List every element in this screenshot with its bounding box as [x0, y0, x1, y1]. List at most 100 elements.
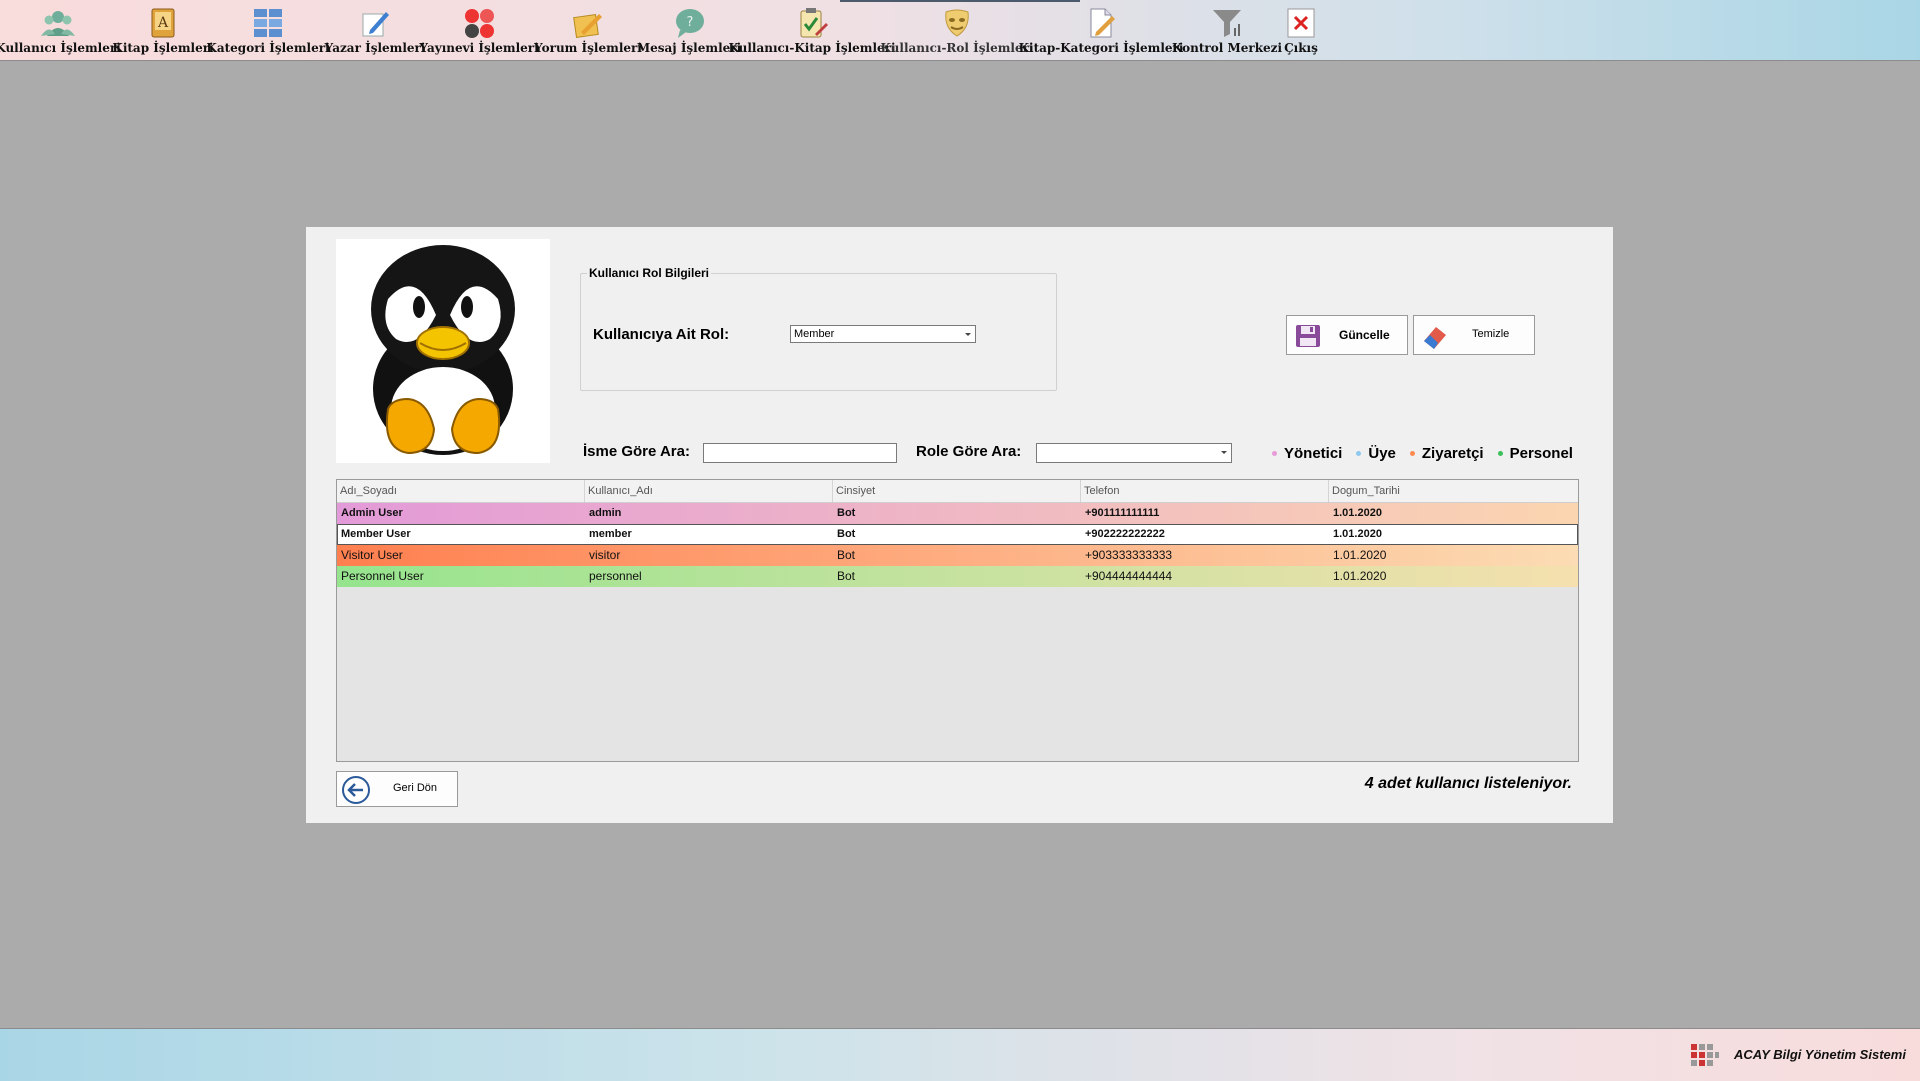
cell-username: admin	[589, 507, 622, 519]
legend-label: Yönetici	[1284, 445, 1343, 462]
toolbar-item-book-categories[interactable]: Kitap-Kategori İşlemleri	[1019, 0, 1183, 58]
toolbar-label: Kullanıcı İşlemleri	[0, 41, 121, 55]
cell-phone: +902222222222	[1085, 528, 1165, 540]
legend-label: Ziyaretçi	[1421, 445, 1484, 462]
users-icon	[41, 11, 75, 36]
footer-bar: ACAY Bilgi Yönetim Sistemi	[0, 1028, 1920, 1081]
role-select[interactable]: Member	[790, 325, 976, 343]
table-row[interactable]: Visitor User visitor Bot +903333333333 1…	[337, 545, 1578, 566]
cell-birthdate: 1.01.2020	[1333, 528, 1382, 540]
group-title: Kullanıcı Rol Bilgileri	[587, 266, 712, 280]
publisher-dots-icon	[465, 9, 494, 38]
cell-birthdate: 1.01.2020	[1333, 548, 1387, 562]
message-bubble-icon: ?	[676, 9, 704, 38]
clear-button-label: Temizle	[1472, 328, 1510, 340]
toolbar-label: Kitap-Kategori İşlemleri	[1018, 41, 1184, 55]
toolbar-label: Yorum İşlemleri	[534, 41, 642, 55]
update-button-label: Güncelle	[1339, 328, 1390, 342]
user-count-status: 4 adet kullanıcı listeleniyor.	[1364, 775, 1572, 792]
user-avatar	[336, 239, 550, 463]
toolbar-item-authors[interactable]: Yazar İşlemleri	[325, 0, 425, 58]
role-color-legend: Yönetici Üye Ziyaretçi Personel	[1272, 445, 1573, 462]
cell-name: Member User	[341, 528, 411, 540]
filter-chart-icon	[1213, 10, 1241, 37]
back-button-label: Geri Dön	[393, 782, 438, 794]
table-row[interactable]: Personnel User personnel Bot +9044444444…	[337, 566, 1578, 587]
role-select-value: Member	[794, 328, 835, 340]
cell-gender: Bot	[837, 528, 856, 540]
dropdown-arrow-icon	[965, 333, 971, 336]
app-title: ACAY Bilgi Yönetim Sistemi	[1734, 1047, 1906, 1062]
toolbar-label: Mesaj İşlemleri	[636, 41, 742, 55]
cell-name: Visitor User	[341, 548, 403, 562]
toolbar-item-user-books[interactable]: Kullanıcı-Kitap İşlemleri	[728, 0, 896, 58]
toolbar-item-publishers[interactable]: Yayınevi İşlemleri	[419, 0, 539, 58]
legend-dot	[1497, 451, 1503, 456]
legend-dot	[1356, 451, 1362, 456]
cell-birthdate: 1.01.2020	[1333, 507, 1382, 519]
users-grid[interactable]: Adı_Soyadı Kullanıcı_Adı Cinsiyet Telefo…	[336, 479, 1579, 762]
toolbar-item-exit[interactable]: Çıkış	[1283, 0, 1319, 58]
column-header-birthdate[interactable]: Dogum_Tarihi	[1329, 480, 1578, 502]
grid-header: Adı_Soyadı Kullanıcı_Adı Cinsiyet Telefo…	[337, 480, 1578, 503]
toolbar-label: Kategori İşlemleri	[206, 41, 330, 55]
cell-name: Admin User	[341, 507, 403, 519]
exit-close-icon	[1287, 8, 1315, 38]
toolbar-item-categories[interactable]: Kategori İşlemleri	[206, 0, 330, 58]
toolbar-label: Kitap İşlemleri	[112, 41, 214, 55]
name-search-input[interactable]	[703, 443, 897, 463]
toolbar-label: Yayınevi İşlemleri	[419, 41, 539, 55]
legend-label: Üye	[1368, 445, 1396, 462]
toolbar-item-comments[interactable]: Yorum İşlemleri	[534, 0, 642, 58]
cell-gender: Bot	[837, 548, 856, 562]
svg-text:A: A	[157, 15, 169, 31]
toolbar-item-books[interactable]: A Kitap İşlemleri	[112, 0, 214, 58]
clear-button[interactable]: Temizle	[1413, 315, 1535, 355]
category-grid-icon	[254, 9, 282, 37]
cell-username: visitor	[589, 548, 621, 562]
column-header-name[interactable]: Adı_Soyadı	[337, 480, 585, 502]
save-disk-icon	[1296, 325, 1320, 347]
app-logo-icon	[1691, 1044, 1719, 1066]
book-icon: A	[151, 8, 175, 38]
update-button[interactable]: Güncelle	[1286, 315, 1408, 355]
toolbar-item-user-roles[interactable]: Kullanıcı-Rol İşlemleri	[881, 0, 1033, 58]
penguin-avatar-icon	[371, 245, 515, 455]
dropdown-arrow-icon	[1221, 451, 1227, 454]
legend-item-personnel: Personel	[1497, 445, 1573, 462]
user-role-panel: Kullanıcı Rol Bilgileri Kullanıcıya Ait …	[306, 227, 1613, 823]
toolbar-item-control-center[interactable]: Kontrol Merkezi	[1172, 0, 1282, 58]
back-button[interactable]: Geri Dön	[336, 771, 458, 807]
cell-phone: +904444444444	[1085, 569, 1173, 583]
author-pen-icon	[362, 12, 389, 37]
toolbar-item-users[interactable]: Kullanıcı İşlemleri	[0, 0, 121, 58]
legend-dot	[1272, 451, 1277, 456]
clipboard-check-icon	[800, 8, 828, 38]
role-info-group: Kullanıcı Rol Bilgileri Kullanıcıya Ait …	[580, 266, 1057, 391]
cell-gender: Bot	[837, 569, 856, 583]
cell-username: member	[589, 528, 632, 540]
comment-pencil-icon	[573, 14, 602, 38]
cell-phone: +903333333333	[1085, 548, 1173, 562]
document-edit-icon	[1090, 8, 1115, 38]
cell-name: Personnel User	[341, 569, 424, 583]
toolbar-item-messages[interactable]: ? Mesaj İşlemleri	[637, 0, 741, 58]
role-search-select[interactable]	[1036, 443, 1232, 463]
column-header-phone[interactable]: Telefon	[1081, 480, 1329, 502]
eraser-icon	[1424, 327, 1446, 349]
column-header-gender[interactable]: Cinsiyet	[833, 480, 1081, 502]
name-search-label: İsme Göre Ara:	[583, 443, 690, 460]
legend-item-admin: Yönetici	[1272, 445, 1342, 462]
role-search-label: Role Göre Ara:	[916, 443, 1022, 460]
table-row[interactable]: Admin User admin Bot +901111111111 1.01.…	[337, 503, 1578, 524]
cell-birthdate: 1.01.2020	[1333, 569, 1387, 583]
toolbar-label: Yazar İşlemleri	[324, 41, 426, 55]
toolbar-label: Çıkış	[1284, 41, 1318, 55]
back-arrow-icon	[342, 776, 370, 804]
column-header-username[interactable]: Kullanıcı_Adı	[585, 480, 833, 502]
role-mask-icon	[945, 9, 969, 37]
table-row[interactable]: Member User member Bot +902222222222 1.0…	[337, 524, 1578, 545]
legend-dot	[1409, 451, 1415, 456]
role-field-label: Kullanıcıya Ait Rol:	[593, 326, 730, 343]
svg-text:?: ?	[687, 15, 694, 30]
